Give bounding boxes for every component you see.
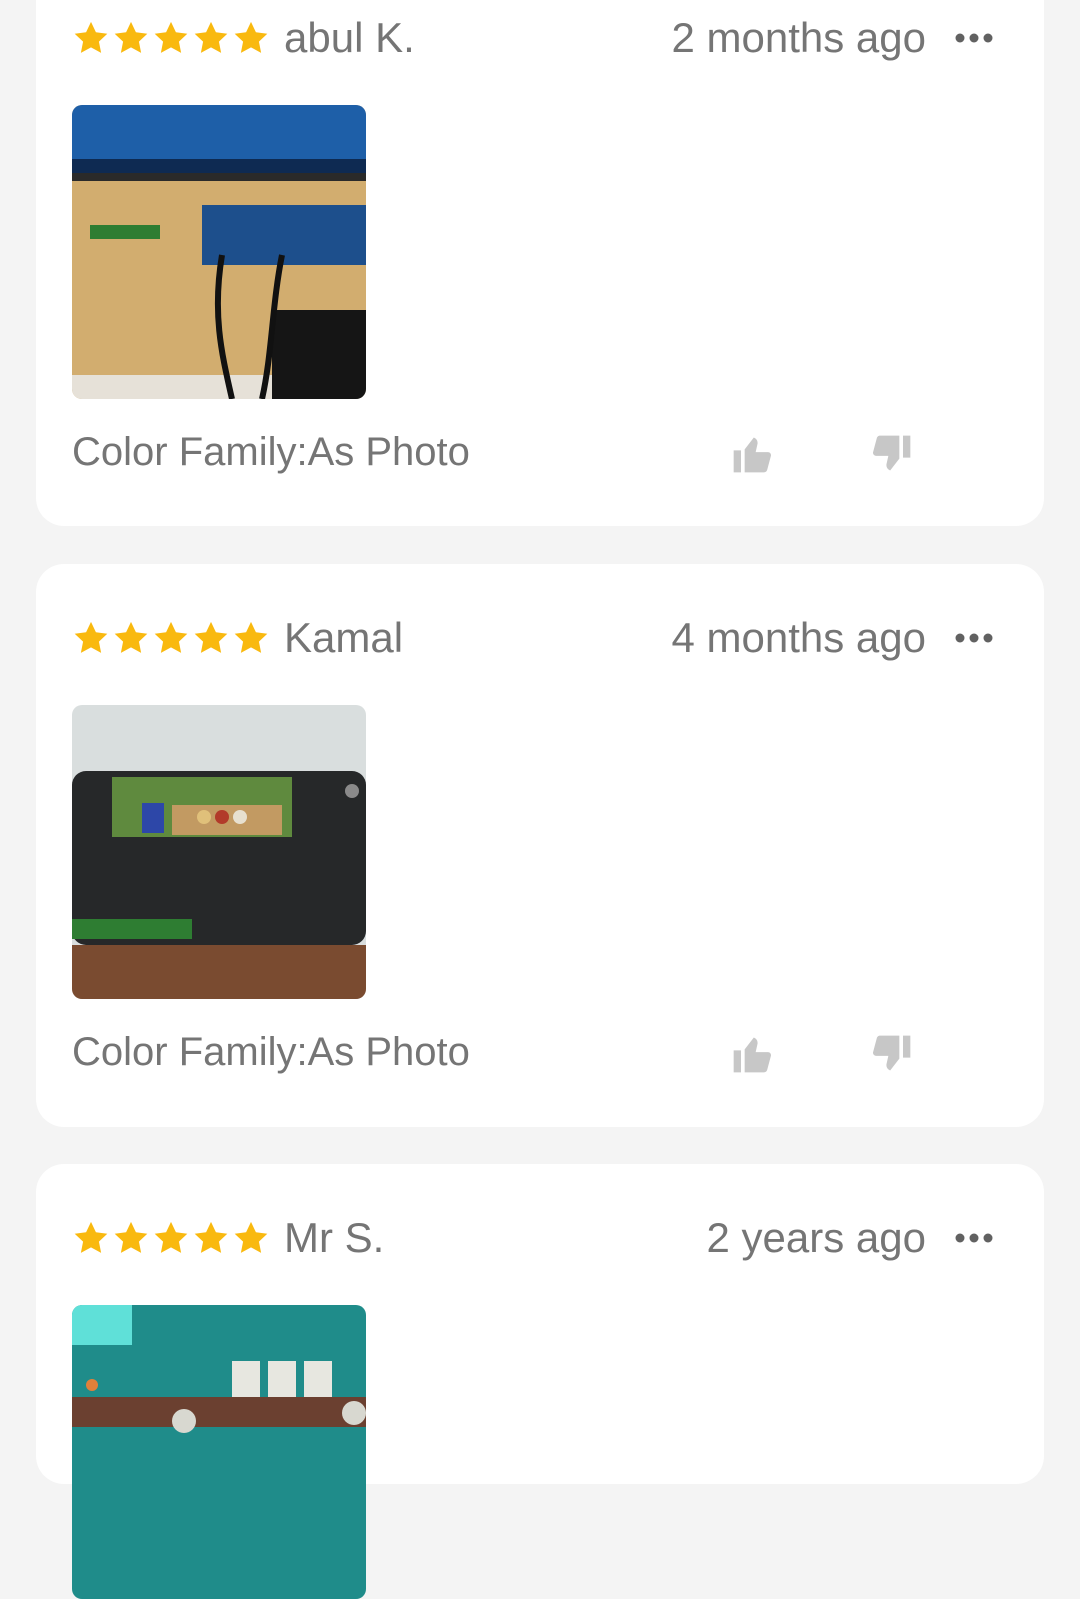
star-icon [232,1219,270,1257]
thumbs-down-icon[interactable] [870,1032,914,1076]
star-icon [112,619,150,657]
reviewer-name: Kamal [284,614,404,661]
thumbs-down-icon[interactable] [870,432,914,476]
more-options-icon[interactable] [954,632,994,644]
star-icon [112,1219,150,1257]
star-icon [192,1219,230,1257]
reviewer-name: abul K. [284,14,415,61]
review-card: Mr S. 2 years ago [36,1164,1044,1599]
star-icon [72,19,110,57]
review-card: abul K. 2 months ago Color Family:As Pho… [36,0,1044,526]
review-header: Mr S. 2 years ago [72,1210,994,1266]
review-time: 2 years ago [706,1214,926,1261]
thumbs-up-icon[interactable] [730,432,774,476]
star-icon [232,619,270,657]
review-time: 4 months ago [671,614,926,661]
review-photo[interactable] [72,105,366,399]
star-icon [152,19,190,57]
star-rating [72,19,270,57]
star-rating [72,619,270,657]
star-icon [192,19,230,57]
star-rating [72,1219,270,1257]
review-photo[interactable] [72,1305,366,1599]
more-options-icon[interactable] [954,1232,994,1244]
product-variant: Color Family:As Photo [72,1030,470,1074]
review-card: Kamal 4 months ago Color Family:As Photo [36,564,1044,1127]
star-icon [192,619,230,657]
review-header: abul K. 2 months ago [72,10,994,66]
product-variant: Color Family:As Photo [72,430,470,474]
review-header: Kamal 4 months ago [72,610,994,666]
more-options-icon[interactable] [954,32,994,44]
review-time: 2 months ago [671,14,926,61]
star-icon [72,1219,110,1257]
review-photo[interactable] [72,705,366,999]
star-icon [112,19,150,57]
star-icon [72,619,110,657]
star-icon [232,19,270,57]
star-icon [152,1219,190,1257]
star-icon [152,619,190,657]
thumbs-up-icon[interactable] [730,1032,774,1076]
reviewer-name: Mr S. [284,1214,385,1261]
